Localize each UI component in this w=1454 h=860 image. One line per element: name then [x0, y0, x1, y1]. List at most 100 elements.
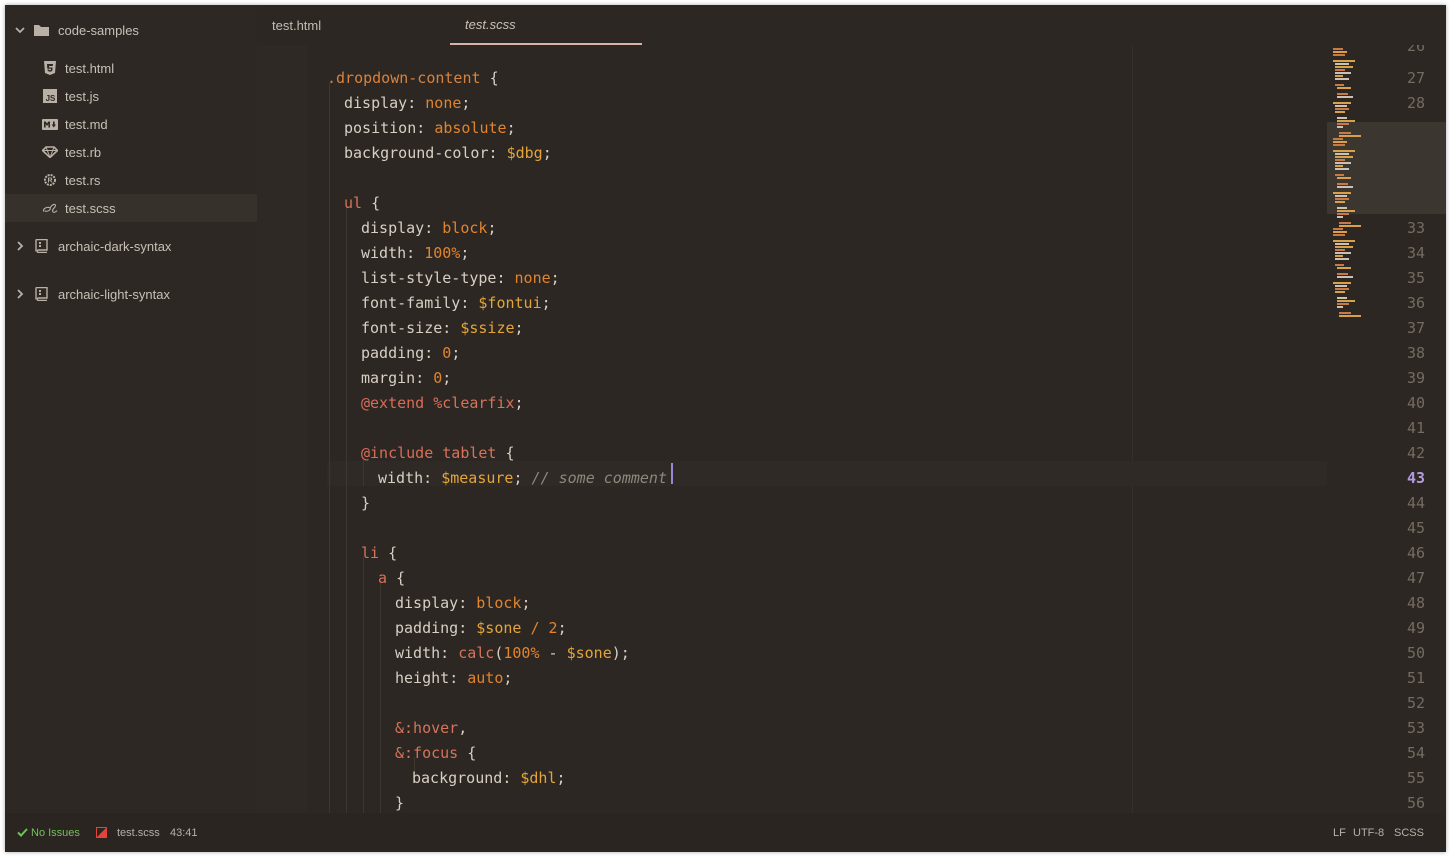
minimap-line — [1337, 276, 1353, 278]
minimap-line — [1335, 66, 1353, 68]
project-folder-archaic-dark-syntax[interactable]: archaic-dark-syntax — [5, 232, 257, 260]
code-line[interactable]: li { — [361, 541, 397, 566]
code-line[interactable]: margin: 0; — [361, 366, 451, 391]
minimap-line — [1339, 315, 1361, 317]
minimap[interactable] — [1327, 45, 1446, 813]
minimap-line — [1335, 249, 1345, 251]
code-line[interactable]: .dropdown-content { — [327, 66, 499, 91]
code-line[interactable]: &:focus { — [395, 741, 476, 766]
file-item-test-scss[interactable]: test.scss — [5, 194, 257, 222]
minimap-line — [1335, 201, 1345, 203]
code-line[interactable]: width: 100%; — [361, 241, 469, 266]
minimap-line — [1333, 138, 1343, 140]
text-cursor — [671, 463, 673, 484]
minimap-line — [1335, 162, 1351, 164]
code-line[interactable]: padding: $sone / 2; — [395, 616, 567, 641]
ruby-icon — [42, 145, 58, 159]
minimap-line — [1333, 192, 1351, 194]
code-line[interactable]: &:hover, — [395, 716, 467, 741]
repo-icon — [35, 287, 48, 301]
cursor-position-label: 43:41 — [170, 826, 198, 839]
file-label: test.js — [65, 88, 99, 104]
code-line[interactable]: } — [361, 491, 370, 516]
tab-test-html[interactable]: test.html — [257, 5, 449, 45]
minimap-line — [1335, 288, 1349, 290]
svg-text:R: R — [47, 178, 52, 185]
tab-test-scss[interactable]: test.scss — [450, 5, 642, 45]
file-item-test-html[interactable]: test.html — [5, 54, 257, 82]
line-ending-label: LF — [1333, 826, 1346, 839]
minimap-line — [1339, 312, 1351, 314]
file-item-test-rs[interactable]: R test.rs — [5, 166, 257, 194]
minimap-line — [1335, 252, 1351, 254]
file-item-test-md[interactable]: test.md — [5, 110, 257, 138]
grammar-selector[interactable]: SCSS — [1394, 813, 1424, 852]
minimap-line — [1337, 183, 1348, 185]
tree-view: code-samples test.html JS test.js test.m… — [5, 5, 257, 813]
minimap-line — [1333, 228, 1343, 230]
code-line[interactable]: list-style-type: none; — [361, 266, 560, 291]
chevron-right-icon — [17, 289, 24, 299]
minimap-line — [1335, 72, 1351, 74]
minimap-line — [1339, 222, 1351, 224]
code-line[interactable]: font-size: $ssize; — [361, 316, 524, 341]
minimap-line — [1335, 246, 1353, 248]
minimap-line — [1337, 267, 1351, 269]
minimap-line — [1337, 126, 1343, 128]
minimap-line — [1335, 174, 1344, 176]
js-icon: JS — [42, 89, 58, 103]
minimap-line — [1337, 177, 1351, 179]
code-line[interactable]: background: $dhl; — [412, 766, 566, 791]
status-file-label: test.scss — [117, 826, 160, 839]
project-folder-archaic-light-syntax[interactable]: archaic-light-syntax — [5, 280, 257, 308]
minimap-line — [1337, 300, 1355, 302]
code-line[interactable]: display: block; — [361, 216, 496, 241]
code-line[interactable]: background-color: $dbg; — [344, 141, 552, 166]
code-line[interactable]: display: block; — [395, 591, 530, 616]
file-item-test-js[interactable]: JS test.js — [5, 82, 257, 110]
code-line[interactable]: ul { — [344, 191, 380, 216]
minimap-line — [1337, 120, 1355, 122]
minimap-line — [1337, 306, 1343, 308]
repo-icon — [35, 239, 48, 253]
minimap-line — [1337, 297, 1347, 299]
markdown-icon — [42, 117, 58, 131]
cursor-position[interactable]: 43:41 — [170, 813, 198, 852]
wrap-guide — [1132, 45, 1133, 813]
file-label: test.md — [65, 116, 108, 132]
project-folder-label: code-samples — [58, 22, 139, 38]
minimap-line — [1333, 54, 1345, 56]
folder-icon — [34, 25, 49, 36]
code-line[interactable]: } — [395, 791, 404, 813]
code-line[interactable]: width: $measure; // some comment — [378, 466, 667, 491]
minimap-line — [1335, 153, 1349, 155]
code-line[interactable]: padding: 0; — [361, 341, 460, 366]
minimap-line — [1335, 105, 1347, 107]
code-line[interactable]: height: auto; — [395, 666, 512, 691]
minimap-line — [1335, 75, 1343, 77]
code-line[interactable]: @extend %clearfix; — [361, 391, 524, 416]
minimap-line — [1335, 159, 1345, 161]
tab-label: test.scss — [465, 16, 516, 32]
minimap-line — [1333, 234, 1345, 236]
code-line[interactable]: display: none; — [344, 91, 470, 116]
code-line[interactable]: position: absolute; — [344, 116, 516, 141]
encoding-label: UTF-8 — [1353, 826, 1385, 839]
minimap-line — [1333, 231, 1347, 233]
status-bar: No Issues test.scss 43:41 LF UTF-8 SCSS — [5, 813, 1446, 852]
code-line[interactable]: width: calc(100% - $sone); — [395, 641, 630, 666]
code-editor[interactable]: 26 2728293031323334353637383940414243444… — [257, 45, 1446, 813]
line-ending-selector[interactable]: LF — [1333, 813, 1346, 852]
code-line[interactable]: font-family: $fontui; — [361, 291, 551, 316]
checkmark-icon — [17, 828, 28, 837]
linter-status[interactable]: No Issues — [17, 813, 80, 852]
minimap-line — [1335, 69, 1345, 71]
minimap-line — [1335, 243, 1349, 245]
project-folder-code-samples[interactable]: code-samples — [5, 16, 257, 44]
status-file-name[interactable]: test.scss — [117, 813, 160, 852]
linter-status-label: No Issues — [31, 826, 80, 839]
encoding-selector[interactable]: UTF-8 — [1353, 813, 1384, 852]
file-item-test-rb[interactable]: test.rb — [5, 138, 257, 166]
code-line[interactable]: a { — [378, 566, 405, 591]
code-line[interactable]: @include tablet { — [361, 441, 515, 466]
